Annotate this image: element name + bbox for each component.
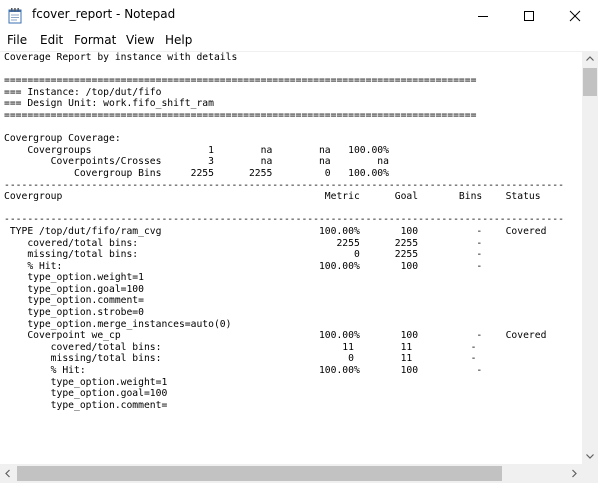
editor-line: ========================================… xyxy=(4,75,477,87)
editor-content[interactable]: Coverage Report by instance with details… xyxy=(0,52,582,411)
close-button[interactable] xyxy=(552,0,598,31)
editor-line: type_option.comment= xyxy=(4,295,144,307)
menu-edit[interactable]: Edit xyxy=(40,33,63,47)
editor-line: % Hit: 100.00% 100 - xyxy=(4,365,483,377)
maximize-button[interactable] xyxy=(506,0,552,31)
horizontal-scroll-thumb[interactable] xyxy=(17,466,502,481)
scroll-up-button[interactable] xyxy=(582,51,598,67)
editor-line: === Instance: /top/dut/fifo xyxy=(4,86,162,98)
scroll-down-button[interactable] xyxy=(582,448,598,464)
menu-file[interactable]: File xyxy=(7,33,27,47)
editor-line: TYPE /top/dut/fifo/ram_cvg 100.00% 100 -… xyxy=(4,225,547,237)
editor-line: type_option.weight=1 xyxy=(4,272,144,284)
chevron-up-icon xyxy=(586,56,594,61)
editor-line: Coverpoints/Crosses 3 na na na xyxy=(4,156,389,168)
editor-line: Covergroups 1 na na 100.00% xyxy=(4,144,389,156)
menu-format[interactable]: Format xyxy=(74,33,116,47)
chevron-left-icon xyxy=(5,469,10,478)
editor-line: covered/total bins: 2255 2255 - xyxy=(4,237,483,249)
minimize-button[interactable] xyxy=(460,0,506,31)
scrollbar-corner xyxy=(582,464,598,483)
editor-line: Coverpoint we_cp 100.00% 100 - Covered xyxy=(4,330,547,342)
editor-line: type_option.goal=100 xyxy=(4,388,168,400)
editor-line: % Hit: 100.00% 100 - xyxy=(4,260,483,272)
editor-line: type_option.strobe=0 xyxy=(4,307,144,319)
title-bar[interactable]: fcover_report - Notepad xyxy=(0,0,598,31)
scroll-left-button[interactable] xyxy=(0,465,16,482)
notepad-icon xyxy=(8,8,22,24)
horizontal-scrollbar[interactable] xyxy=(0,464,582,483)
editor-line: Covergroup Coverage: xyxy=(4,133,121,145)
maximize-icon xyxy=(524,11,534,21)
editor-line: covered/total bins: 11 11 - xyxy=(4,341,477,353)
editor-line: Covergroup Metric Goal Bins Status xyxy=(4,191,541,203)
vertical-scroll-thumb[interactable] xyxy=(583,68,597,96)
editor-line: === Design Unit: work.fifo_shift_ram xyxy=(4,98,214,110)
menu-help[interactable]: Help xyxy=(165,33,192,47)
editor-line: missing/total bins: 0 2255 - xyxy=(4,249,483,261)
close-icon xyxy=(569,10,581,22)
editor-line: type_option.merge_instances=auto(0) xyxy=(4,318,232,330)
menu-view[interactable]: View xyxy=(126,33,154,47)
editor-line: ========================================… xyxy=(4,109,477,121)
editor-line: Covergroup Bins 2255 2255 0 100.00% xyxy=(4,167,389,179)
text-editor[interactable]: Coverage Report by instance with details… xyxy=(0,51,582,465)
editor-line: Coverage Report by instance with details xyxy=(4,52,238,63)
editor-line: ----------------------------------------… xyxy=(4,179,564,191)
editor-line: missing/total bins: 0 11 - xyxy=(4,353,477,365)
editor-line: type_option.comment= xyxy=(4,399,168,411)
chevron-down-icon xyxy=(586,454,594,459)
chevron-right-icon xyxy=(572,469,577,478)
menu-bar: File Edit Format View Help xyxy=(0,31,598,51)
editor-line: type_option.goal=100 xyxy=(4,283,144,295)
editor-line: ----------------------------------------… xyxy=(4,214,564,226)
scroll-right-button[interactable] xyxy=(566,465,582,482)
vertical-scrollbar[interactable] xyxy=(582,51,598,464)
notepad-window: fcover_report - Notepad File Edit Format… xyxy=(0,0,598,483)
minimize-icon xyxy=(478,16,488,17)
editor-line: type_option.weight=1 xyxy=(4,376,168,388)
window-title: fcover_report - Notepad xyxy=(32,7,176,21)
